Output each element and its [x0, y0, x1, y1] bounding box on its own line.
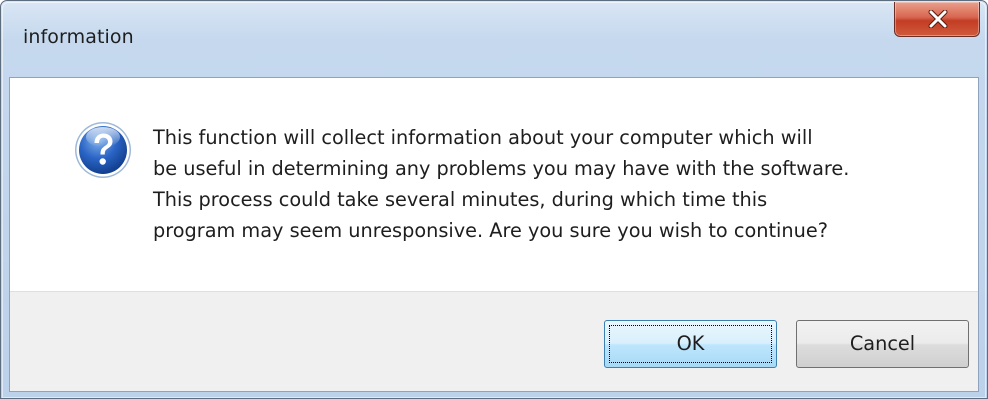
dialog-message: This function will collect information a…: [153, 126, 850, 242]
window-title: information: [23, 26, 134, 48]
question-icon: [75, 122, 131, 178]
ok-button-label: OK: [676, 332, 705, 355]
cancel-button[interactable]: Cancel: [796, 320, 969, 368]
title-bar[interactable]: information: [1, 1, 987, 77]
close-icon: [928, 10, 948, 28]
dialog-window: information This function will collect i…: [0, 0, 988, 399]
message-area: This function will collect information a…: [10, 78, 978, 291]
button-bar: OK Cancel: [10, 291, 978, 391]
close-button[interactable]: [894, 2, 980, 37]
ok-button[interactable]: OK: [604, 320, 777, 368]
dialog-client-area: This function will collect information a…: [9, 77, 979, 392]
